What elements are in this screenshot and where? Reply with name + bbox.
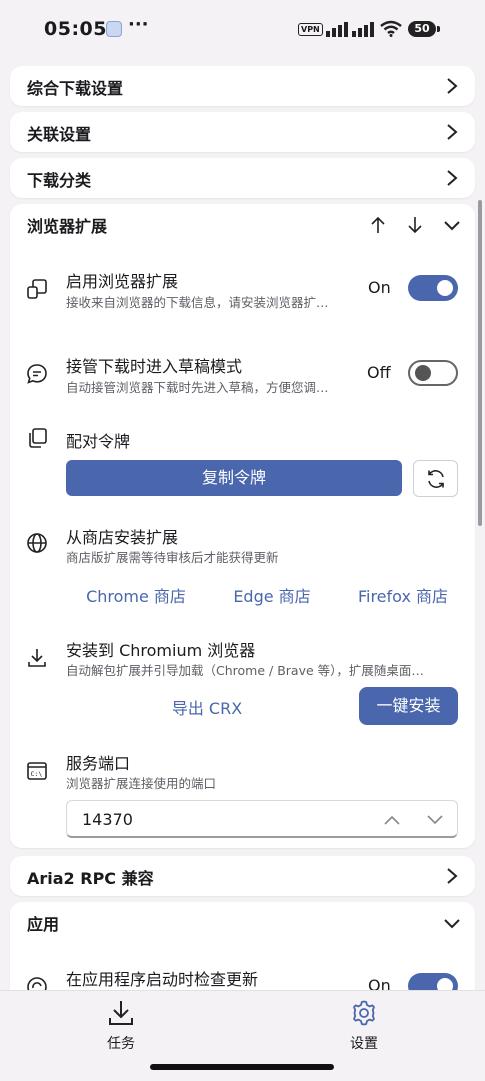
nav-settings-label: 设置 [350, 1036, 378, 1052]
section-header[interactable]: 浏览器扩展 [10, 204, 475, 244]
nav-tasks[interactable]: 任务 [81, 999, 161, 1059]
gear-icon [353, 1000, 375, 1026]
draft-mode-toggle[interactable] [408, 360, 458, 386]
chevron-right-icon [447, 170, 458, 186]
battery-icon: 50 [408, 21, 436, 37]
chevron-down-icon[interactable] [443, 917, 461, 929]
chromium-install-subtitle: 自动解包扩展并引导加载（Chrome / Brave 等），扩展随桌面… [66, 663, 424, 678]
section-title: 应用 [27, 915, 60, 934]
chevron-down-icon[interactable] [443, 219, 461, 231]
firefox-store-link[interactable]: Firefox 商店 [343, 583, 463, 607]
edge-store-link[interactable]: Edge 商店 [222, 583, 322, 607]
chevron-right-icon [447, 124, 458, 140]
svg-text:C:\: C:\ [31, 770, 43, 778]
globe-icon [27, 533, 47, 553]
store-install-title: 从商店安装扩展 [66, 528, 179, 547]
terminal-icon: C:\ [27, 762, 47, 780]
browser-extension-icon [27, 279, 47, 299]
service-port-input[interactable]: 14370 [66, 800, 458, 838]
nav-settings[interactable]: 设置 [324, 999, 404, 1059]
section-aria2[interactable]: Aria2 RPC 兼容 [10, 856, 475, 896]
chromium-install-title: 安装到 Chromium 浏览器 [66, 641, 256, 660]
section-title: Aria2 RPC 兼容 [27, 869, 154, 888]
section-title: 关联设置 [27, 125, 92, 144]
enable-extension-title: 启用浏览器扩展 [66, 272, 179, 291]
service-port-subtitle: 浏览器扩展连接使用的端口 [66, 776, 217, 791]
service-port-title: 服务端口 [66, 754, 131, 773]
refresh-token-button[interactable] [413, 460, 458, 497]
status-time: 05:05 [44, 18, 107, 40]
check-update-title: 在应用程序启动时检查更新 [66, 970, 259, 989]
copy-icon [29, 428, 47, 448]
battery-tip [437, 26, 440, 32]
draft-mode-subtitle: 自动接管浏览器下载时先进入草稿，方便您调… [66, 380, 329, 395]
decrement-icon[interactable] [427, 815, 443, 825]
section-download-category[interactable]: 下载分类 [10, 158, 475, 198]
download-tray-icon [109, 1001, 133, 1025]
toggle-knob [415, 365, 431, 381]
service-port-value: 14370 [82, 810, 133, 829]
pairing-token-title: 配对令牌 [66, 432, 131, 451]
section-header[interactable]: 应用 [10, 902, 475, 942]
copy-token-button[interactable]: 复制令牌 [66, 460, 402, 496]
move-down-icon[interactable] [408, 216, 422, 234]
chevron-right-icon [447, 78, 458, 94]
chrome-store-link[interactable]: Chrome 商店 [76, 583, 196, 607]
move-up-icon[interactable] [371, 216, 385, 234]
nav-tasks-label: 任务 [107, 1036, 135, 1052]
wifi-icon [380, 20, 402, 37]
draft-mode-state: Off [367, 363, 391, 382]
toggle-knob [437, 280, 453, 296]
enable-extension-toggle[interactable] [408, 275, 458, 301]
section-title: 综合下载设置 [27, 79, 124, 98]
status-bar: 05:05 ··· VPN 50 [0, 0, 485, 60]
one-click-install-button[interactable]: 一键安装 [359, 687, 458, 725]
vpn-badge: VPN [298, 23, 323, 36]
draft-mode-title: 接管下载时进入草稿模式 [66, 357, 243, 376]
section-app: 应用 在应用程序启动时检查更新 On [10, 902, 475, 1002]
export-crx-link[interactable]: 导出 CRX [152, 695, 262, 719]
draft-mode-chat-icon [27, 364, 47, 384]
section-title: 下载分类 [27, 171, 92, 190]
section-general-download[interactable]: 综合下载设置 [10, 66, 475, 106]
download-icon [28, 649, 46, 667]
store-install-subtitle: 商店版扩展需等待审核后才能获得更新 [66, 550, 279, 565]
section-browser-extension: 浏览器扩展 启用浏览器扩展 接收来自浏览器的下载信息，请安装浏览器扩… On 接… [10, 204, 475, 848]
cellular-signal-icon [326, 22, 374, 37]
more-notifications-icon: ··· [128, 14, 149, 35]
section-association[interactable]: 关联设置 [10, 112, 475, 152]
scrollbar[interactable] [478, 200, 482, 526]
refresh-icon [428, 470, 444, 488]
home-indicator[interactable] [150, 1064, 334, 1070]
enable-extension-subtitle: 接收来自浏览器的下载信息，请安装浏览器扩… [66, 295, 329, 310]
increment-icon[interactable] [384, 815, 400, 825]
chevron-right-icon [447, 868, 458, 884]
section-title: 浏览器扩展 [27, 217, 108, 236]
enable-extension-state: On [368, 278, 391, 297]
notification-app-icon [106, 21, 122, 37]
